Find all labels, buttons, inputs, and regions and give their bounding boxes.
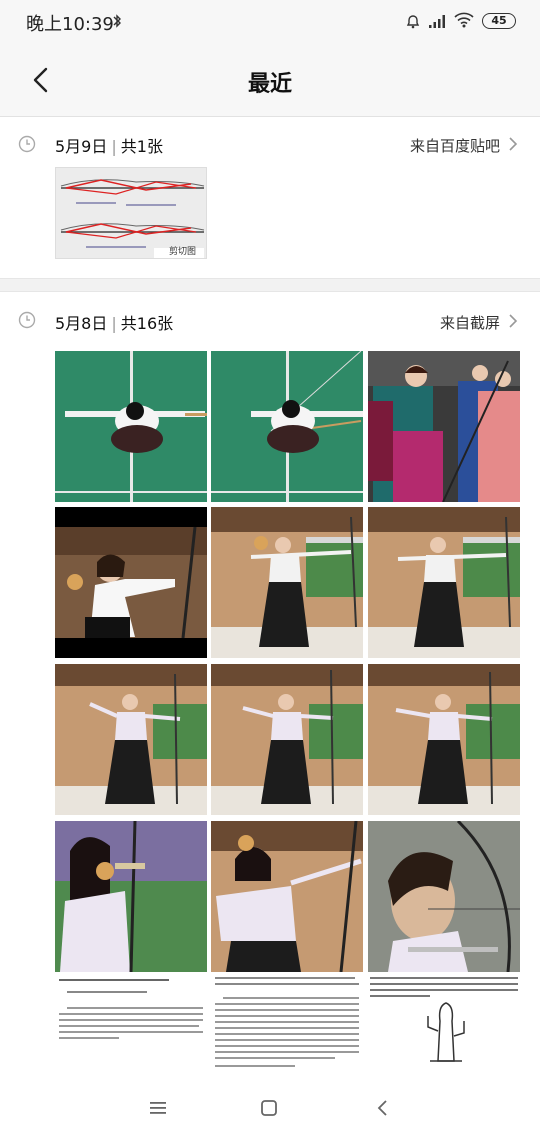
photo-thumbnail[interactable]	[55, 664, 207, 815]
photo-thumbnail[interactable]	[211, 821, 363, 1075]
photo-thumbnail[interactable]	[368, 351, 520, 502]
separator: |	[111, 137, 117, 156]
section-header: 5月9日 | 共1张	[55, 133, 163, 157]
archer-overhead-image	[55, 351, 207, 502]
archer-hall-image	[368, 507, 520, 658]
section-date: 5月9日	[55, 137, 108, 156]
photo-thumbnail[interactable]	[55, 507, 207, 658]
photo-thumbnail[interactable]	[55, 821, 207, 1075]
home-icon[interactable]	[258, 1097, 280, 1119]
battery-icon: 45	[482, 13, 516, 29]
kimono-archers-image	[368, 351, 520, 502]
archer-stance-image	[55, 664, 207, 815]
photo-thumbnail[interactable]	[368, 821, 520, 1075]
signal-icon	[429, 15, 445, 28]
archer-hall-image	[211, 507, 363, 658]
chevron-right-icon[interactable]	[506, 313, 520, 329]
clock-icon	[18, 311, 36, 329]
chevron-right-icon[interactable]	[506, 136, 520, 152]
bell-icon	[406, 15, 420, 29]
section-count: 共16张	[120, 314, 174, 333]
title-bar: 最近	[0, 44, 540, 116]
article-screenshot-image	[55, 821, 207, 1075]
photo-thumbnail[interactable]	[211, 351, 363, 502]
page-title: 最近	[247, 72, 292, 97]
article-screenshot-image	[368, 821, 520, 1075]
archer-draw-image	[55, 507, 207, 658]
section-header: 5月8日 | 共16张	[55, 310, 173, 334]
back-nav-icon[interactable]	[372, 1097, 394, 1119]
photo-thumbnail[interactable]	[211, 507, 363, 658]
separator: |	[111, 314, 117, 333]
photo-thumbnail[interactable]	[211, 664, 363, 815]
bluetooth-icon	[113, 14, 121, 28]
photo-thumbnail[interactable]: 剪切图	[55, 167, 207, 259]
archer-stance-image	[211, 664, 363, 815]
thumb-label: 剪切图	[168, 247, 196, 257]
photo-thumbnail[interactable]	[55, 351, 207, 502]
photo-thumbnail[interactable]	[368, 507, 520, 658]
status-time: 晚上10:39	[26, 14, 114, 35]
date-section-may9: 5月9日 | 共1张 来自百度贴吧 剪切图	[0, 117, 540, 278]
photo-thumbnail[interactable]	[368, 664, 520, 815]
menu-icon[interactable]	[147, 1097, 169, 1119]
system-nav-bar	[0, 1075, 540, 1140]
section-count: 共1张	[120, 137, 163, 156]
section-divider	[0, 278, 540, 292]
status-bar: 晚上10:39 45	[0, 0, 540, 44]
section-source-link[interactable]: 来自百度贴吧	[410, 135, 500, 156]
section-date: 5月8日	[55, 314, 108, 333]
archer-stance-image	[368, 664, 520, 815]
article-screenshot-image	[211, 821, 363, 1075]
wifi-icon	[454, 12, 474, 28]
clock-icon	[18, 135, 36, 153]
section-source-link[interactable]: 来自截屏	[440, 312, 500, 333]
archer-overhead-image	[211, 351, 363, 502]
